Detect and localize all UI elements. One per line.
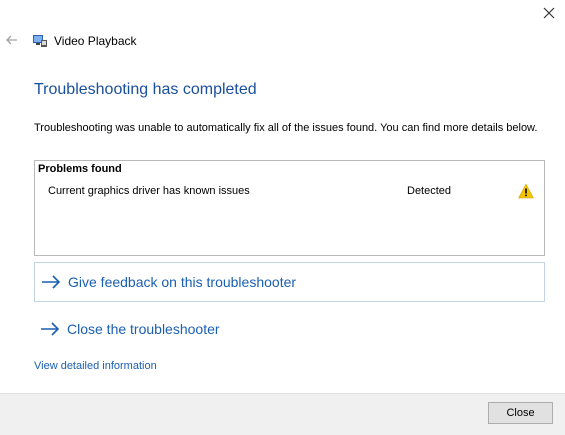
give-feedback-option[interactable]: Give feedback on this troubleshooter bbox=[34, 262, 545, 302]
problem-description: Current graphics driver has known issues bbox=[48, 185, 250, 197]
problems-found-panel: Problems found Current graphics driver h… bbox=[34, 160, 545, 256]
arrow-right-icon bbox=[41, 322, 60, 336]
arrow-right-icon bbox=[42, 275, 61, 289]
back-button[interactable] bbox=[2, 30, 22, 50]
problems-found-header: Problems found bbox=[38, 163, 122, 175]
footer-bar bbox=[0, 393, 565, 435]
page-heading: Troubleshooting has completed bbox=[34, 81, 257, 98]
view-detailed-information-link[interactable]: View detailed information bbox=[34, 360, 157, 372]
close-troubleshooter-label: Close the troubleshooter bbox=[67, 321, 220, 337]
problem-status: Detected bbox=[407, 185, 452, 197]
give-feedback-label: Give feedback on this troubleshooter bbox=[68, 274, 297, 290]
close-icon bbox=[543, 7, 555, 19]
back-arrow-icon bbox=[6, 35, 17, 45]
close-troubleshooter-option[interactable]: Close the troubleshooter bbox=[34, 309, 545, 349]
page-description: Troubleshooting was unable to automatica… bbox=[34, 122, 538, 134]
close-button[interactable]: Close bbox=[488, 402, 553, 424]
warning-icon bbox=[518, 183, 534, 199]
video-playback-icon bbox=[32, 33, 48, 49]
window-close-button[interactable] bbox=[533, 0, 565, 26]
window-title: Video Playback bbox=[54, 34, 137, 48]
